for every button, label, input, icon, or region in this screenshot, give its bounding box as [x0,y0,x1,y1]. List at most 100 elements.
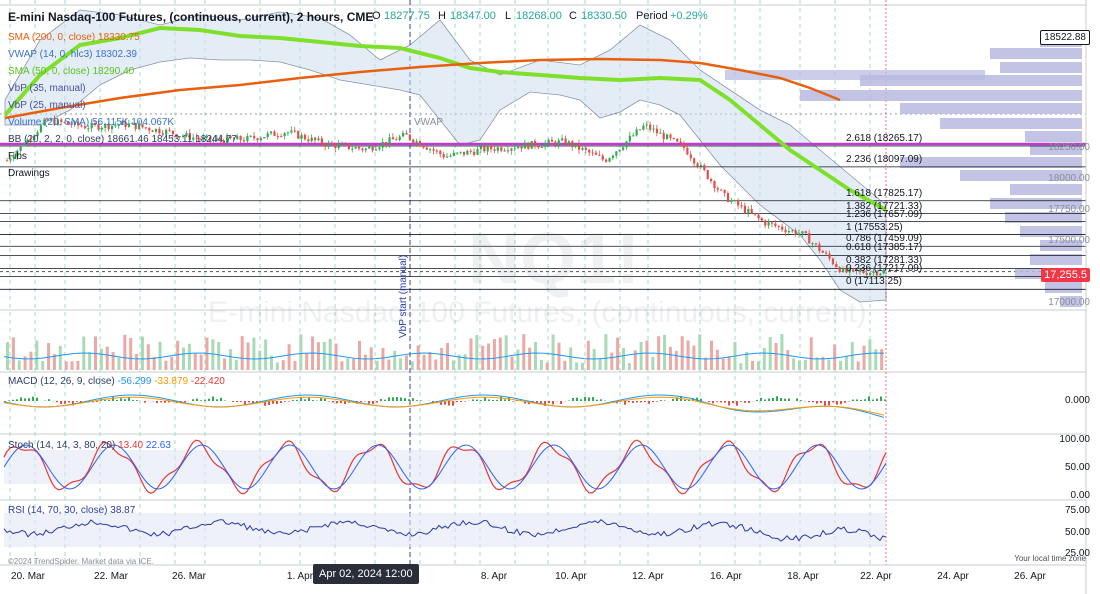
macd-histogram-bar [452,401,454,406]
volume-bar [622,347,625,370]
legend-drawings[interactable]: Drawings [8,168,50,179]
vwap-tag: VWAP [414,117,444,128]
macd-histogram-bar [788,398,790,401]
volume-bar [563,360,567,370]
legend-vwap[interactable]: VWAP (14, 0, hlc3) 18302.39 [8,49,137,60]
macd-histogram-bar [392,397,394,401]
volume-bar [616,337,620,370]
volume-bar [663,334,667,370]
candle-body [733,200,736,202]
time-axis-tick: 10. Apr [555,571,587,582]
macd-histogram-bar [60,401,62,405]
ohlc-open-label: O [372,10,381,22]
legend-vwap-value: 18302.39 [95,49,137,60]
candle-body [154,128,158,132]
legend-vbp35[interactable]: VbP (35, manual) [8,83,86,94]
legend-macd-v3: -22.420 [190,376,225,387]
macd-histogram-bar [380,399,382,401]
volume-bar [410,361,414,370]
candle-body [645,124,648,126]
candle-body [537,146,540,148]
candle-body [334,144,337,149]
macd-histogram-bar [492,399,494,401]
volume-bar [340,361,344,370]
candle-body [530,141,533,149]
volume-bar [686,340,690,370]
macd-histogram-bar [472,399,474,401]
macd-histogram-bar [836,401,838,405]
candle-body [842,268,845,272]
macd-histogram-bar [36,397,38,401]
legend-bb-label: BB (20, 2, 2, 0, close) [8,134,105,145]
volume-bar [129,338,133,370]
time-axis-tick: 20. Mar [11,571,45,582]
volume-bar [275,362,279,370]
candle-body [381,141,384,148]
volume-bar [868,339,872,370]
symbol-title[interactable]: E-mini Nasdaq-100 Futures, (continuous, … [8,10,373,24]
volume-bar [299,334,303,370]
legend-sma50[interactable]: SMA (50, 0, close) 18290.40 [8,66,134,77]
period-value: +0.29% [670,10,708,22]
candle-body [402,132,405,137]
legend-bb[interactable]: BB (20, 2, 2, 0, close) 18661.46 18453.1… [8,134,237,145]
volume-bar [146,344,150,370]
legend-macd[interactable]: MACD (12, 26, 9, close) -56.299 -33.879 … [8,376,225,387]
candle-body [307,139,310,142]
candle-body [764,220,767,226]
volume-bar [47,343,51,370]
macd-histogram-bar [96,401,98,402]
macd-histogram-bar [504,399,506,401]
candle-body [632,135,635,137]
volume-bar [580,362,584,370]
macd-histogram-bar [636,401,638,403]
candle-body [622,147,625,150]
legend-stoch-v1: 13.40 [118,440,144,451]
fib-label: 1.618 (17825.17) [846,187,923,199]
watermark-ticker: NQ1! [468,219,641,299]
candle-body [723,189,726,194]
macd-histogram-bar [824,401,826,406]
time-axis-tick: 24. Apr [937,571,969,582]
candle-body [496,147,499,151]
macd-histogram-bar [476,399,478,401]
candle-body [341,143,344,145]
legend-bb-v3: 18244.77 [195,134,237,145]
macd-histogram-bar [560,401,562,405]
legend-fibs[interactable]: Fibs [8,151,27,162]
candle-body [689,154,692,159]
macd-histogram-bar [756,399,758,401]
volume-bar [862,345,866,370]
macd-histogram-bar [184,401,186,403]
data-credit: ©2024 TrendSpider. Market data via ICE. [8,557,154,566]
volume-bar [539,359,543,370]
legend-sma200-value: 18330.75 [98,32,140,43]
candle-body [368,146,371,149]
macd-histogram-bar [340,401,342,404]
timezone-label[interactable]: Your local time zone [1014,554,1086,563]
macd-histogram-bar [656,401,658,402]
candle-body [418,141,422,147]
legend-volume[interactable]: Volume (20, SMA) 56.115K 104.067K [8,117,174,128]
candle-body [710,178,713,182]
legend-vbp25[interactable]: VbP (25, manual) [8,100,86,111]
macd-histogram-bar [832,401,834,403]
candle-body [391,137,395,140]
volume-bar [827,359,831,370]
volume-bar [246,342,250,370]
volume-bar [481,345,485,370]
macd-histogram-bar [844,401,846,403]
legend-sma200[interactable]: SMA (200, 0, close) 18330.75 [8,32,140,43]
candle-body [825,252,828,254]
price-axis-tick: 17750.00 [1048,204,1090,216]
legend-stoch[interactable]: Stoch (14, 14, 3, 80, 20) 13.40 22.63 [8,440,171,451]
macd-histogram-bar [16,399,18,401]
time-axis-tick: 1. Apr [286,571,314,582]
candle-body [611,155,615,159]
macd-histogram-bar [856,399,858,401]
volume-bar [105,346,109,370]
candle-body [740,205,743,207]
candle-body [713,181,716,189]
volume-bar [651,356,655,370]
legend-rsi[interactable]: RSI (14, 70, 30, close) 38.87 [8,505,135,516]
